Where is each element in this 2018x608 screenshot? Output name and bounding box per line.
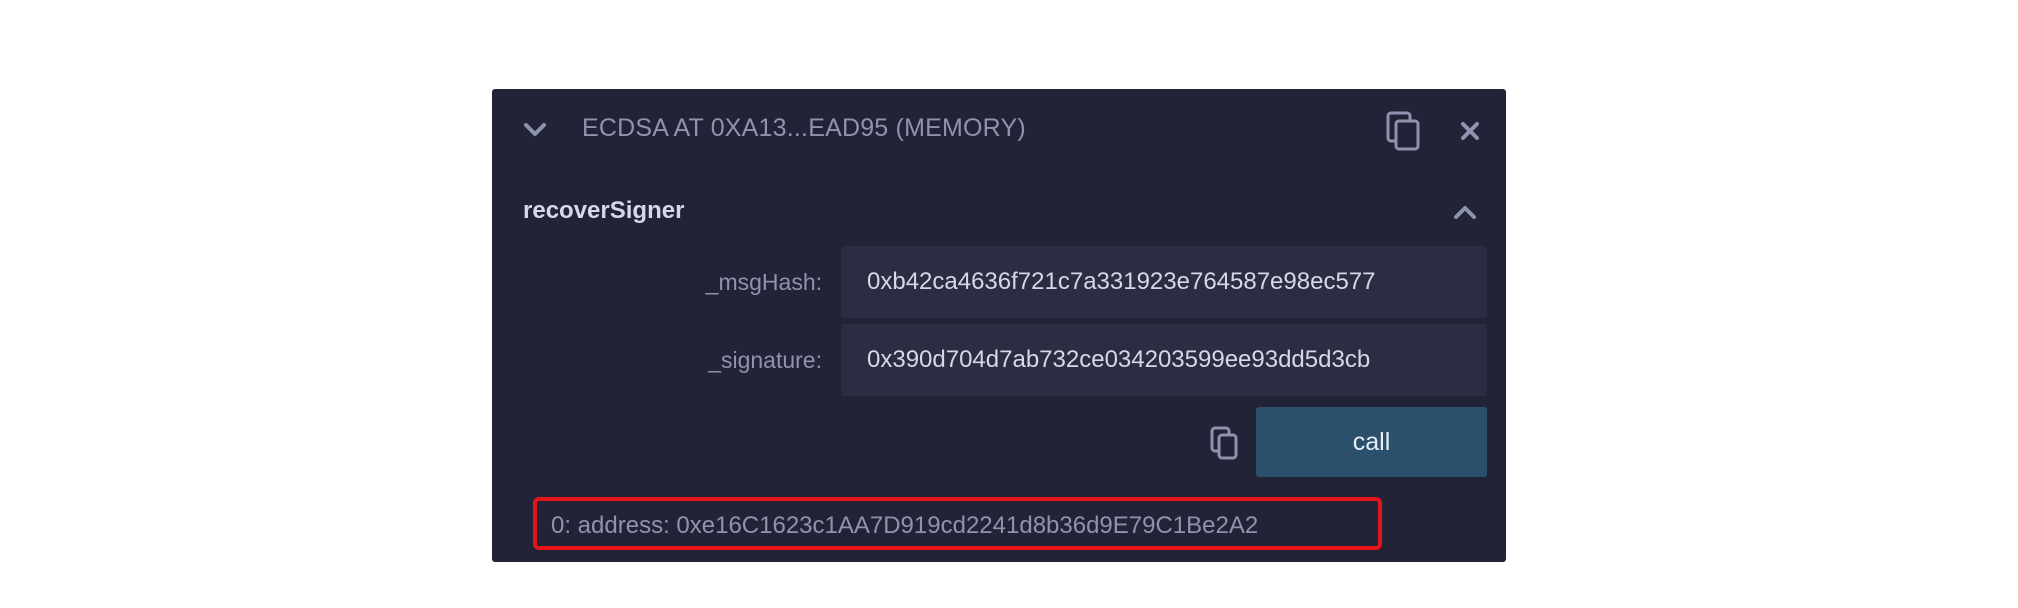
copy-calldata-icon[interactable]	[1210, 426, 1238, 460]
contract-title: ECDSA AT 0XA13...EAD95 (MEMORY)	[582, 114, 1026, 142]
function-name: recoverSigner	[523, 197, 685, 224]
contract-header[interactable]: ECDSA AT 0XA13...EAD95 (MEMORY)	[492, 89, 1506, 173]
copy-icon[interactable]	[1386, 111, 1420, 151]
result-highlight: 0: address: 0xe16C1623c1AA7D919cd2241d8b…	[533, 497, 1382, 550]
contract-panel: ECDSA AT 0XA13...EAD95 (MEMORY) recoverS…	[492, 89, 1506, 562]
chevron-down-icon[interactable]	[522, 117, 548, 143]
chevron-up-icon[interactable]	[1452, 199, 1478, 225]
msghash-input[interactable]: 0xb42ca4636f721c7a331923e764587e98ec577	[841, 246, 1487, 318]
close-icon[interactable]	[1458, 119, 1482, 143]
call-button[interactable]: call	[1256, 407, 1487, 477]
msghash-label: _msgHash:	[705, 269, 822, 295]
signature-input[interactable]: 0x390d704d7ab732ce034203599ee93dd5d3cb	[841, 324, 1487, 396]
signature-label: _signature:	[708, 347, 822, 373]
result-output: 0: address: 0xe16C1623c1AA7D919cd2241d8b…	[551, 512, 1259, 539]
